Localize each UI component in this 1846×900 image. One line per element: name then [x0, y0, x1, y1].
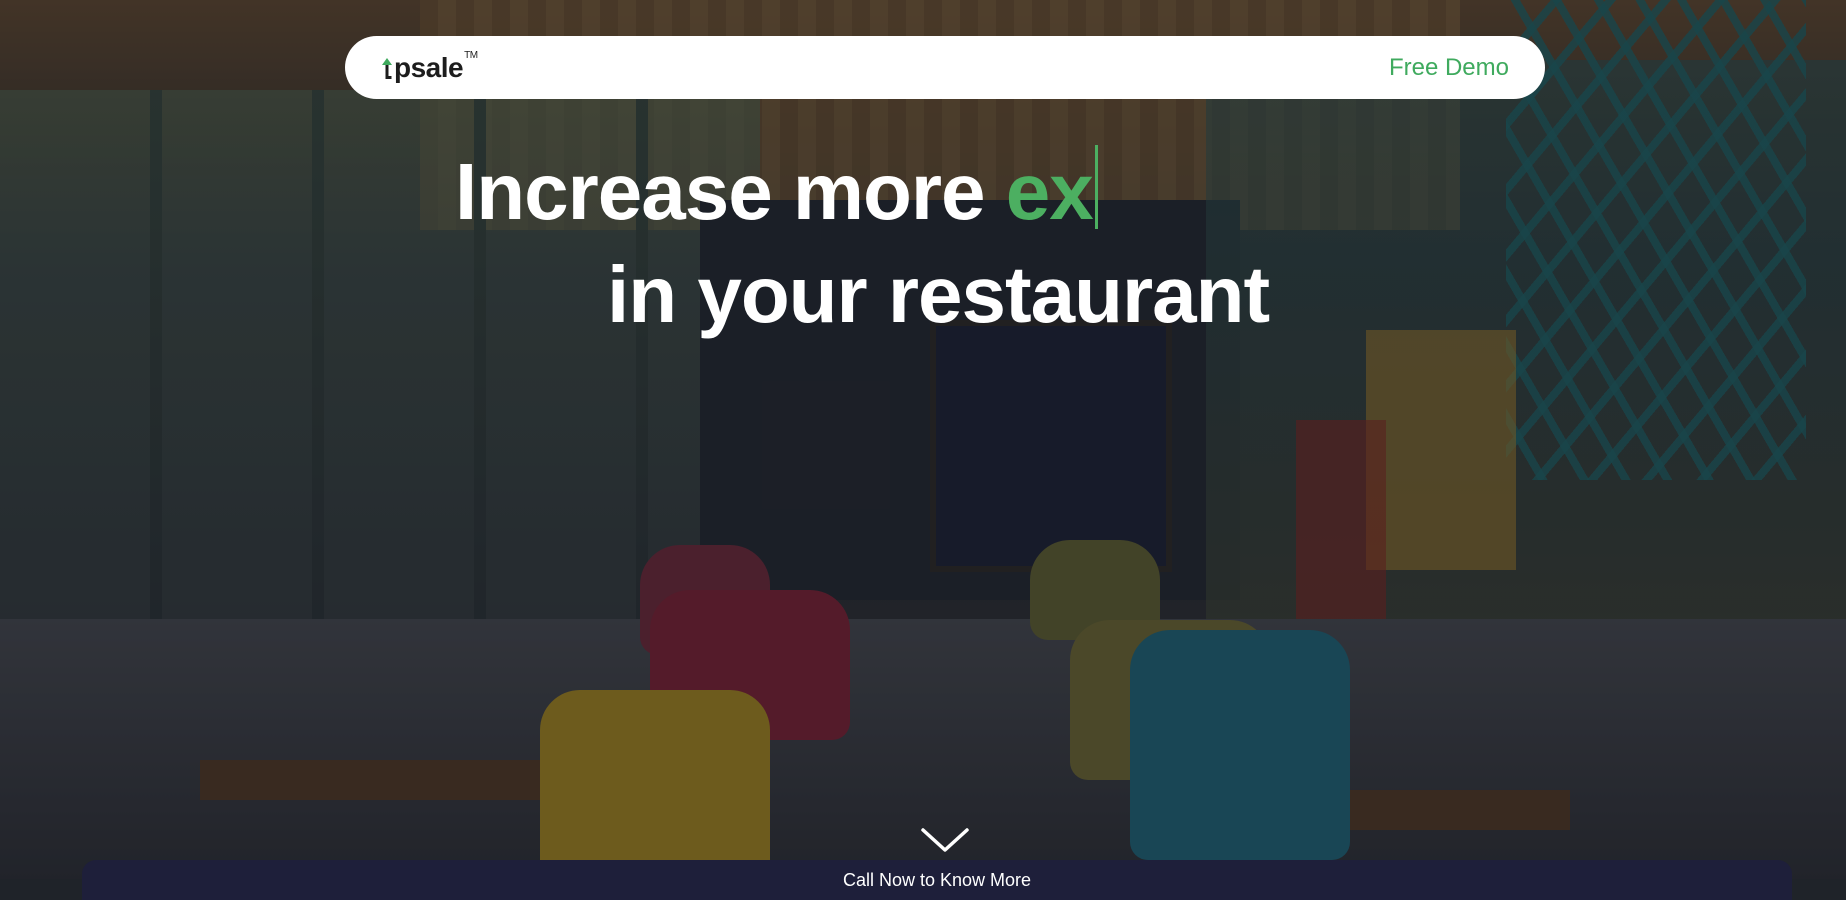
headline-line-2: in your restaurant — [607, 250, 1270, 339]
headline-line-1: Increase more ex — [455, 140, 1098, 244]
arrow-up-icon — [381, 52, 393, 80]
logo[interactable]: psale TM — [381, 49, 478, 84]
typing-caret — [1094, 145, 1098, 229]
navbar: psale TM Free Demo — [345, 36, 1545, 99]
headline-prefix: Increase more — [455, 147, 1006, 236]
logo-trademark: TM — [464, 49, 478, 61]
free-demo-link[interactable]: Free Demo — [1389, 54, 1509, 82]
chevron-down-icon[interactable] — [920, 826, 970, 854]
logo-text: psale — [394, 51, 464, 83]
hero-background-image — [0, 0, 1846, 879]
typed-word: ex — [1005, 147, 1094, 236]
call-now-label: Call Now to Know More — [842, 870, 1032, 890]
dark-overlay — [0, 0, 1846, 879]
call-now-bar[interactable]: Call Now to Know More — [82, 860, 1792, 900]
